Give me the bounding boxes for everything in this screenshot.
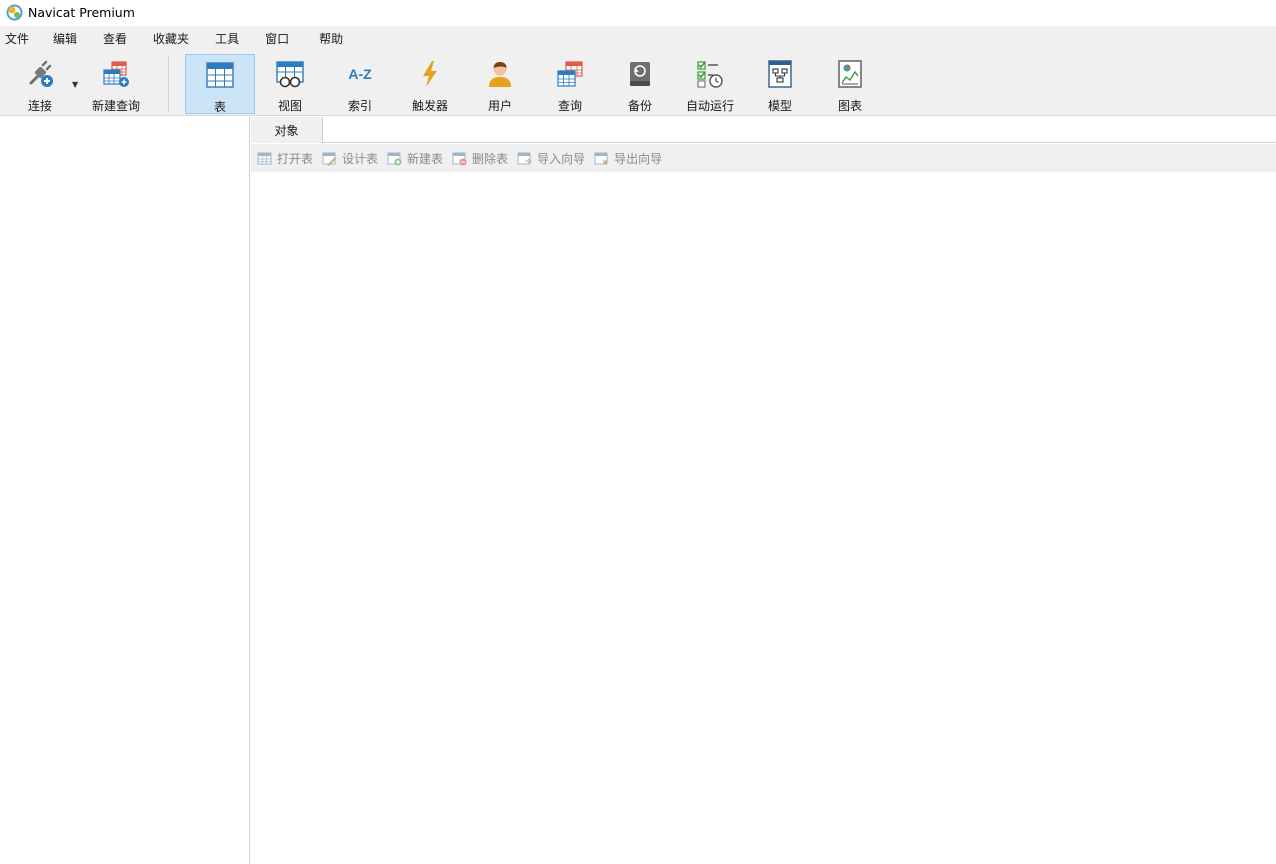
model-label: 模型 — [767, 99, 792, 113]
query-label: 查询 — [557, 99, 582, 113]
import-wizard-label: 导入向导 — [537, 151, 586, 166]
export-wizard-icon — [594, 151, 609, 166]
view-glasses-icon — [275, 59, 305, 89]
chart-button[interactable]: 图表 — [815, 54, 885, 114]
new-table-icon — [387, 151, 402, 166]
objects-pane: 对象 打开表 设计表 新建表 删除表 导入向导 导出向导 — [251, 117, 1276, 864]
table-button[interactable]: 表 — [185, 54, 255, 114]
user-icon — [485, 59, 515, 89]
title-bar: Navicat Premium — [0, 0, 1276, 25]
new-table-button[interactable]: 新建表 — [387, 150, 443, 167]
menu-file[interactable]: 文件 — [0, 26, 41, 52]
lightning-icon — [415, 59, 445, 89]
tab-objects[interactable]: 对象 — [251, 117, 323, 143]
tab-strip-empty-area — [323, 117, 1276, 143]
open-table-button[interactable]: 打开表 — [257, 150, 313, 167]
new-table-label: 新建表 — [407, 151, 444, 166]
model-button[interactable]: 模型 — [745, 54, 815, 114]
chart-icon — [835, 59, 865, 89]
design-table-button[interactable]: 设计表 — [322, 150, 378, 167]
model-diagram-icon — [765, 59, 795, 89]
delete-table-icon — [452, 151, 467, 166]
delete-table-button[interactable]: 删除表 — [452, 150, 508, 167]
user-button[interactable]: 用户 — [465, 54, 535, 114]
tab-strip: 对象 — [251, 117, 1276, 143]
connect-button[interactable]: 连接 — [10, 54, 70, 114]
connection-tree-pane[interactable] — [0, 117, 250, 864]
backup-label: 备份 — [627, 99, 652, 113]
chart-label: 图表 — [837, 99, 862, 113]
menu-window[interactable]: 窗口 — [253, 26, 307, 52]
menu-favorites[interactable]: 收藏夹 — [141, 26, 203, 52]
backup-button[interactable]: 备份 — [605, 54, 675, 114]
plug-connect-icon — [25, 59, 55, 89]
menu-help[interactable]: 帮助 — [307, 26, 355, 52]
trigger-label: 触发器 — [411, 99, 448, 113]
table-label: 表 — [213, 100, 226, 114]
schedule-checklist-icon — [695, 59, 725, 89]
query-button[interactable]: 查询 — [535, 54, 605, 114]
design-table-label: 设计表 — [342, 151, 379, 166]
import-wizard-button[interactable]: 导入向导 — [517, 150, 585, 167]
object-toolbar: 打开表 设计表 新建表 删除表 导入向导 导出向导 — [251, 144, 1276, 172]
new-query-button[interactable]: 新建查询 — [84, 54, 148, 114]
window-title: Navicat Premium — [28, 5, 135, 20]
menu-bar: 文件 编辑 查看 收藏夹 工具 窗口 帮助 — [0, 26, 1276, 52]
export-wizard-label: 导出向导 — [614, 151, 663, 166]
new-query-icon — [101, 59, 131, 89]
export-wizard-button[interactable]: 导出向导 — [594, 150, 662, 167]
index-label: 索引 — [347, 99, 372, 113]
connect-label: 连接 — [27, 99, 52, 113]
open-table-label: 打开表 — [277, 151, 314, 166]
menu-view[interactable]: 查看 — [91, 26, 141, 52]
view-button[interactable]: 视图 — [255, 54, 325, 114]
user-label: 用户 — [487, 99, 512, 113]
menu-tools[interactable]: 工具 — [203, 26, 253, 52]
open-table-icon — [257, 151, 272, 166]
backup-icon — [625, 59, 655, 89]
view-label: 视图 — [277, 99, 302, 113]
auto-run-label: 自动运行 — [685, 99, 734, 113]
delete-table-label: 删除表 — [472, 151, 509, 166]
query-icon — [555, 59, 585, 89]
navicat-logo-icon — [6, 4, 23, 21]
new-query-label: 新建查询 — [91, 99, 140, 113]
design-table-icon — [322, 151, 337, 166]
menu-edit[interactable]: 编辑 — [41, 26, 91, 52]
index-button[interactable]: A-Z 索引 — [325, 54, 395, 114]
index-az-icon: A-Z — [348, 66, 372, 82]
import-wizard-icon — [517, 151, 532, 166]
connect-dropdown-icon[interactable]: ▼ — [72, 80, 78, 89]
main-toolbar: 连接 ▼ 新建查询 表 视图 A-Z 索引 触发器 用户 查询 备份 自动运行 … — [0, 52, 1276, 116]
auto-run-button[interactable]: 自动运行 — [675, 54, 745, 114]
table-icon — [205, 60, 235, 90]
toolbar-separator — [168, 56, 169, 112]
trigger-button[interactable]: 触发器 — [395, 54, 465, 114]
